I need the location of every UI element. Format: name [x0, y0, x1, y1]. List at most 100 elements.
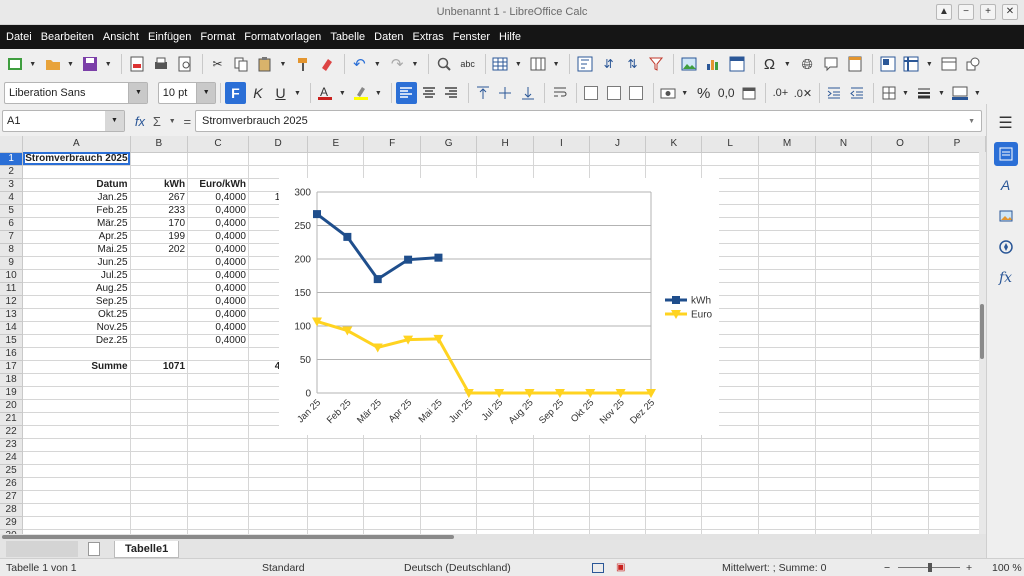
window-up-icon[interactable]: ▲ — [936, 4, 952, 20]
line-chart[interactable]: 0 50 100 150 200 250 300 Jan 25 Feb 25 Mär 25 Apr … — [279, 178, 719, 435]
cell[interactable] — [815, 165, 873, 179]
cell[interactable] — [871, 386, 930, 400]
cell[interactable] — [815, 399, 873, 413]
spellcheck-icon[interactable]: abc — [457, 53, 479, 75]
row-header[interactable]: 24 — [0, 451, 24, 465]
cell[interactable] — [928, 269, 986, 283]
row-header[interactable]: 23 — [0, 438, 24, 452]
cell[interactable] — [589, 490, 647, 504]
cell[interactable] — [248, 451, 309, 465]
open-dropdown-icon[interactable]: ▼ — [66, 53, 76, 75]
formula-input[interactable]: Stromverbrauch 2025 ▼ — [195, 110, 982, 132]
cell[interactable] — [871, 347, 930, 361]
new-dropdown-icon[interactable]: ▼ — [28, 53, 38, 75]
cell[interactable] — [22, 516, 131, 530]
cell[interactable] — [645, 490, 703, 504]
print-preview-icon[interactable] — [174, 53, 196, 75]
cell[interactable] — [871, 438, 930, 452]
paste-icon[interactable] — [254, 53, 276, 75]
cell[interactable] — [248, 165, 309, 179]
highlight-color-dropdown-icon[interactable]: ▼ — [374, 82, 383, 104]
split-window-icon[interactable] — [938, 53, 960, 75]
cell[interactable] — [815, 490, 873, 504]
cell[interactable] — [815, 516, 873, 530]
cell[interactable] — [645, 165, 703, 179]
cell[interactable] — [758, 373, 817, 387]
column-header-f[interactable]: F — [363, 136, 422, 153]
document-modified-icon[interactable]: ▣ — [616, 562, 625, 573]
cell[interactable] — [815, 347, 873, 361]
cell[interactable] — [533, 490, 590, 504]
column-dropdown-icon[interactable]: ▼ — [551, 53, 561, 75]
cell[interactable] — [248, 516, 309, 530]
cell[interactable]: 0,4000 — [187, 321, 249, 335]
cell[interactable]: Okt.25 — [22, 308, 131, 322]
cell[interactable]: 0,4000 — [187, 243, 249, 257]
cell[interactable]: 233 — [130, 204, 189, 218]
cell[interactable] — [533, 165, 590, 179]
sum-icon[interactable]: Σ — [153, 114, 161, 129]
cell[interactable] — [363, 152, 422, 166]
cell[interactable] — [187, 165, 249, 179]
cell[interactable] — [758, 451, 817, 465]
cell[interactable] — [22, 347, 131, 361]
menu-datei[interactable]: Datei — [2, 31, 36, 43]
cell[interactable] — [815, 217, 873, 231]
cell[interactable] — [758, 191, 817, 205]
cell[interactable] — [589, 152, 647, 166]
cell[interactable] — [476, 165, 535, 179]
cell[interactable]: Mai.25 — [22, 243, 131, 257]
cell[interactable] — [187, 386, 249, 400]
cell[interactable] — [815, 152, 873, 166]
cell[interactable]: Euro/kWh — [187, 178, 249, 192]
cell[interactable] — [22, 451, 131, 465]
decrease-indent-icon[interactable] — [847, 82, 868, 104]
align-middle-icon[interactable] — [495, 82, 516, 104]
align-left-button[interactable] — [395, 82, 417, 104]
cell[interactable] — [815, 243, 873, 257]
cell[interactable] — [758, 360, 817, 374]
align-right-button[interactable] — [441, 82, 462, 104]
row-header[interactable]: 7 — [0, 230, 24, 244]
cell[interactable] — [871, 477, 930, 491]
cell[interactable] — [248, 477, 309, 491]
styles-icon[interactable]: A — [994, 173, 1018, 197]
cell[interactable] — [758, 256, 817, 270]
row-header[interactable]: 29 — [0, 516, 24, 530]
define-print-area-icon[interactable] — [877, 53, 899, 75]
column-header-c[interactable]: C — [187, 136, 249, 153]
cell[interactable]: Nov.25 — [22, 321, 131, 335]
font-name-dropdown-icon[interactable]: ▼ — [128, 83, 148, 103]
border-style-icon[interactable] — [914, 82, 935, 104]
borders-dropdown-icon[interactable]: ▼ — [901, 82, 910, 104]
cell[interactable] — [22, 477, 131, 491]
row-header[interactable]: 13 — [0, 308, 24, 322]
cell[interactable] — [420, 503, 478, 517]
menu-einfuegen[interactable]: Einfügen — [144, 31, 195, 43]
gallery-icon[interactable] — [994, 204, 1018, 228]
cell[interactable] — [758, 152, 817, 166]
cell[interactable] — [248, 490, 309, 504]
menu-fenster[interactable]: Fenster — [449, 31, 494, 43]
cell[interactable] — [130, 282, 189, 296]
cell[interactable] — [22, 490, 131, 504]
bold-button[interactable]: F — [225, 82, 246, 104]
cell[interactable] — [130, 464, 189, 478]
merge-center-icon[interactable] — [603, 82, 624, 104]
cell[interactable] — [420, 165, 478, 179]
clear-formatting-icon[interactable] — [316, 53, 338, 75]
menu-format[interactable]: Format — [196, 31, 239, 43]
cell[interactable] — [871, 269, 930, 283]
comment-icon[interactable] — [820, 53, 842, 75]
cell[interactable] — [130, 438, 189, 452]
cell[interactable] — [758, 321, 817, 335]
cell[interactable] — [928, 243, 986, 257]
cell[interactable] — [871, 243, 930, 257]
clone-formatting-icon[interactable] — [292, 53, 314, 75]
cell[interactable] — [928, 451, 986, 465]
cell[interactable] — [130, 386, 189, 400]
cell[interactable] — [871, 412, 930, 426]
cell[interactable] — [928, 191, 986, 205]
cell[interactable] — [589, 165, 647, 179]
sort-ascending-icon[interactable]: ⇵ — [598, 53, 620, 75]
